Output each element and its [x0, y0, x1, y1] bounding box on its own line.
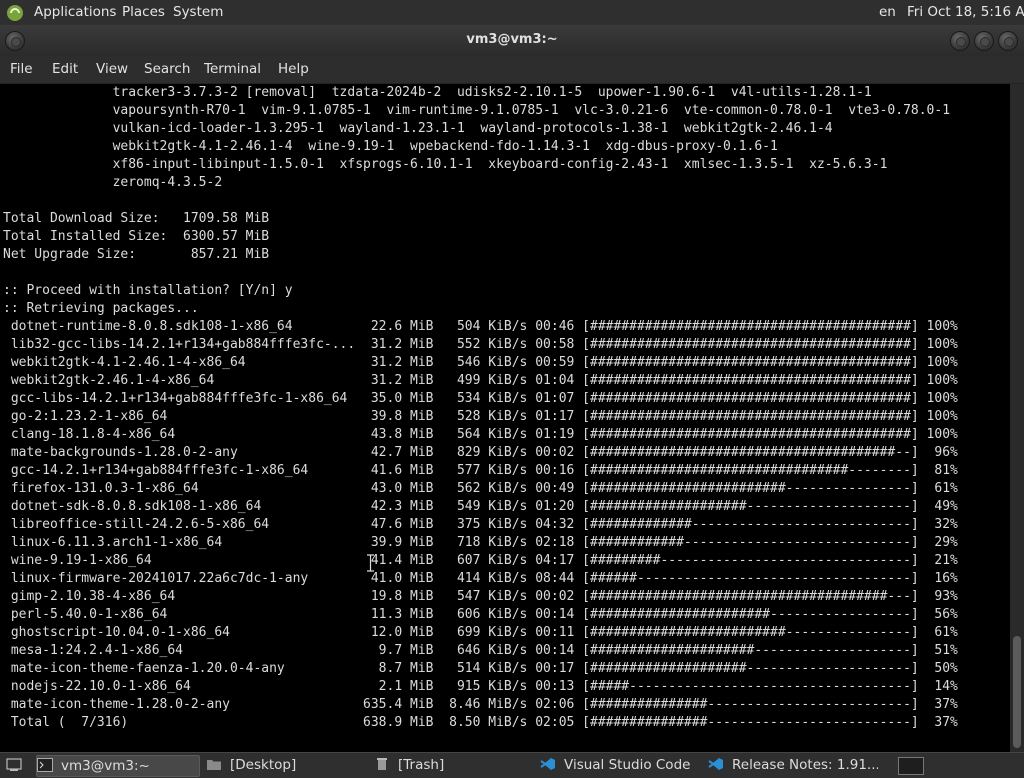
terminal-line: webkit2gtk-4.1-2.46.1-4 wine-9.19-1 wpeb… [3, 139, 778, 154]
terminal-line: tracker3-3.7.3-2 [removal] tzdata-2024b-… [3, 85, 872, 100]
taskbar-item[interactable]: vm3@vm3:~ [36, 755, 200, 777]
menu-search[interactable]: Search [144, 61, 190, 77]
terminal-line: ghostscript-10.04.0-1-x86_64 12.0 MiB 69… [3, 625, 958, 640]
terminal-line: libreoffice-still-24.2.6-5-x86_64 47.6 M… [3, 517, 958, 532]
terminal-line: mate-icon-theme-faenza-1.20.0-4-any 8.7 … [3, 661, 958, 676]
window-titlebar[interactable]: vm3@vm3:~ [0, 25, 1024, 56]
show-desktop-icon[interactable] [6, 758, 22, 772]
taskbar-item[interactable]: Release Notes: 1.91.... [708, 755, 878, 777]
top-panel: Applications Places System en Fri Oct 18… [0, 0, 1024, 25]
system-menu[interactable]: System [173, 4, 223, 20]
terminal-line: linux-6.11.3.arch1-1-x86_64 39.9 MiB 718… [3, 535, 958, 550]
taskbar-item-label: Visual Studio Code [564, 757, 691, 773]
maximize-button[interactable] [974, 31, 994, 51]
terminal-line: zeromq-4.3.5-2 [3, 175, 223, 190]
menu-view[interactable]: View [96, 61, 128, 77]
terminal-line: lib32-gcc-libs-14.2.1+r134+gab884fffe3fc… [3, 337, 958, 352]
terminal-line: :: Proceed with installation? [Y/n] y [3, 283, 293, 298]
terminal-line: linux-firmware-20241017.22a6c7dc-1-any 4… [3, 571, 958, 586]
window-title: vm3@vm3:~ [466, 32, 558, 47]
vscode-icon [540, 757, 556, 771]
terminal-scrollbar[interactable] [1010, 84, 1024, 752]
terminal-line: wine-9.19-1-x86_64 41.4 MiB 607 KiB/s 04… [3, 553, 958, 568]
applications-menu[interactable]: Applications [34, 4, 116, 20]
menu-help[interactable]: Help [278, 61, 309, 77]
keyboard-layout-indicator[interactable]: en [879, 4, 896, 20]
clock[interactable]: Fri Oct 18, 5:16 AM [907, 4, 1024, 20]
close-button[interactable] [998, 31, 1018, 51]
terminal-line: dotnet-sdk-8.0.8.sdk108-1-x86_64 42.3 Mi… [3, 499, 958, 514]
folder-icon [206, 757, 222, 771]
terminal-line: xf86-input-libinput-1.5.0-1 xfsprogs-6.1… [3, 157, 888, 172]
taskbar-item-label: Release Notes: 1.91.... [732, 757, 878, 773]
terminal-line: mesa-1:24.2.4-1-x86_64 9.7 MiB 646 KiB/s… [3, 643, 958, 658]
taskbar-item[interactable]: [Desktop] [206, 755, 370, 777]
places-menu[interactable]: Places [122, 4, 165, 20]
mate-foot-icon[interactable] [6, 4, 24, 22]
terminal-output[interactable]: tracker3-3.7.3-2 [removal] tzdata-2024b-… [0, 84, 1010, 752]
terminal-line: Total Download Size: 1709.58 MiB [3, 211, 270, 226]
taskbar-item-label: [Trash] [398, 757, 445, 773]
terminal-line: perl-5.40.0-1-x86_64 11.3 MiB 606 KiB/s … [3, 607, 958, 622]
text-cursor-icon [367, 554, 374, 572]
terminal-line: Total ( 7/316) 638.9 MiB 8.50 MiB/s 02:0… [3, 715, 958, 730]
menu-terminal[interactable]: Terminal [204, 61, 261, 77]
workspace-switcher[interactable] [898, 757, 924, 775]
menu-file[interactable]: File [10, 61, 33, 77]
terminal-line: clang-18.1.8-4-x86_64 43.8 MiB 564 KiB/s… [3, 427, 958, 442]
terminal-line: gcc-14.2.1+r134+gab884fffe3fc-1-x86_64 4… [3, 463, 958, 478]
taskbar-item-label: [Desktop] [230, 757, 297, 773]
terminal-line: Net Upgrade Size: 857.21 MiB [3, 247, 270, 262]
trash-icon [374, 757, 390, 771]
terminal-line: gimp-2.10.38-4-x86_64 19.8 MiB 547 KiB/s… [3, 589, 958, 604]
terminal-line: :: Retrieving packages... [3, 301, 199, 316]
terminal-line: Total Installed Size: 6300.57 MiB [3, 229, 270, 244]
taskbar-item[interactable]: Visual Studio Code [540, 755, 704, 777]
terminal-line: firefox-131.0.3-1-x86_64 43.0 MiB 562 Ki… [3, 481, 958, 496]
taskbar-item-label: vm3@vm3:~ [61, 758, 150, 774]
terminal-line: go-2:1.23.2-1-x86_64 39.8 MiB 528 KiB/s … [3, 409, 958, 424]
terminal-line: dotnet-runtime-8.0.8.sdk108-1-x86_64 22.… [3, 319, 958, 334]
terminal-line: vapoursynth-R70-1 vim-9.1.0785-1 vim-run… [3, 103, 951, 118]
terminal-icon [37, 758, 53, 772]
minimize-button[interactable] [950, 31, 970, 51]
vscode-icon [708, 757, 724, 771]
terminal-line: webkit2gtk-2.46.1-4-x86_64 31.2 MiB 499 … [3, 373, 958, 388]
bottom-panel: vm3@vm3:~ [Desktop] [Trash] Visual Studio C… [0, 752, 1024, 778]
scrollbar-thumb[interactable] [1013, 636, 1021, 748]
terminal-line: nodejs-22.10.0-1-x86_64 2.1 MiB 915 KiB/… [3, 679, 958, 694]
terminal-line: webkit2gtk-4.1-2.46.1-4-x86_64 31.2 MiB … [3, 355, 958, 370]
menu-edit[interactable]: Edit [52, 61, 78, 77]
terminal-line: mate-icon-theme-1.28.0-2-any 635.4 MiB 8… [3, 697, 958, 712]
terminal-line: vulkan-icd-loader-1.3.295-1 wayland-1.23… [3, 121, 833, 136]
terminal-line: gcc-libs-14.2.1+r134+gab884fffe3fc-1-x86… [3, 391, 958, 406]
menubar: File Edit View Search Terminal Help [0, 56, 1024, 84]
terminal-line: mate-backgrounds-1.28.0-2-any 42.7 MiB 8… [3, 445, 958, 460]
taskbar-item[interactable]: [Trash] [374, 755, 534, 777]
